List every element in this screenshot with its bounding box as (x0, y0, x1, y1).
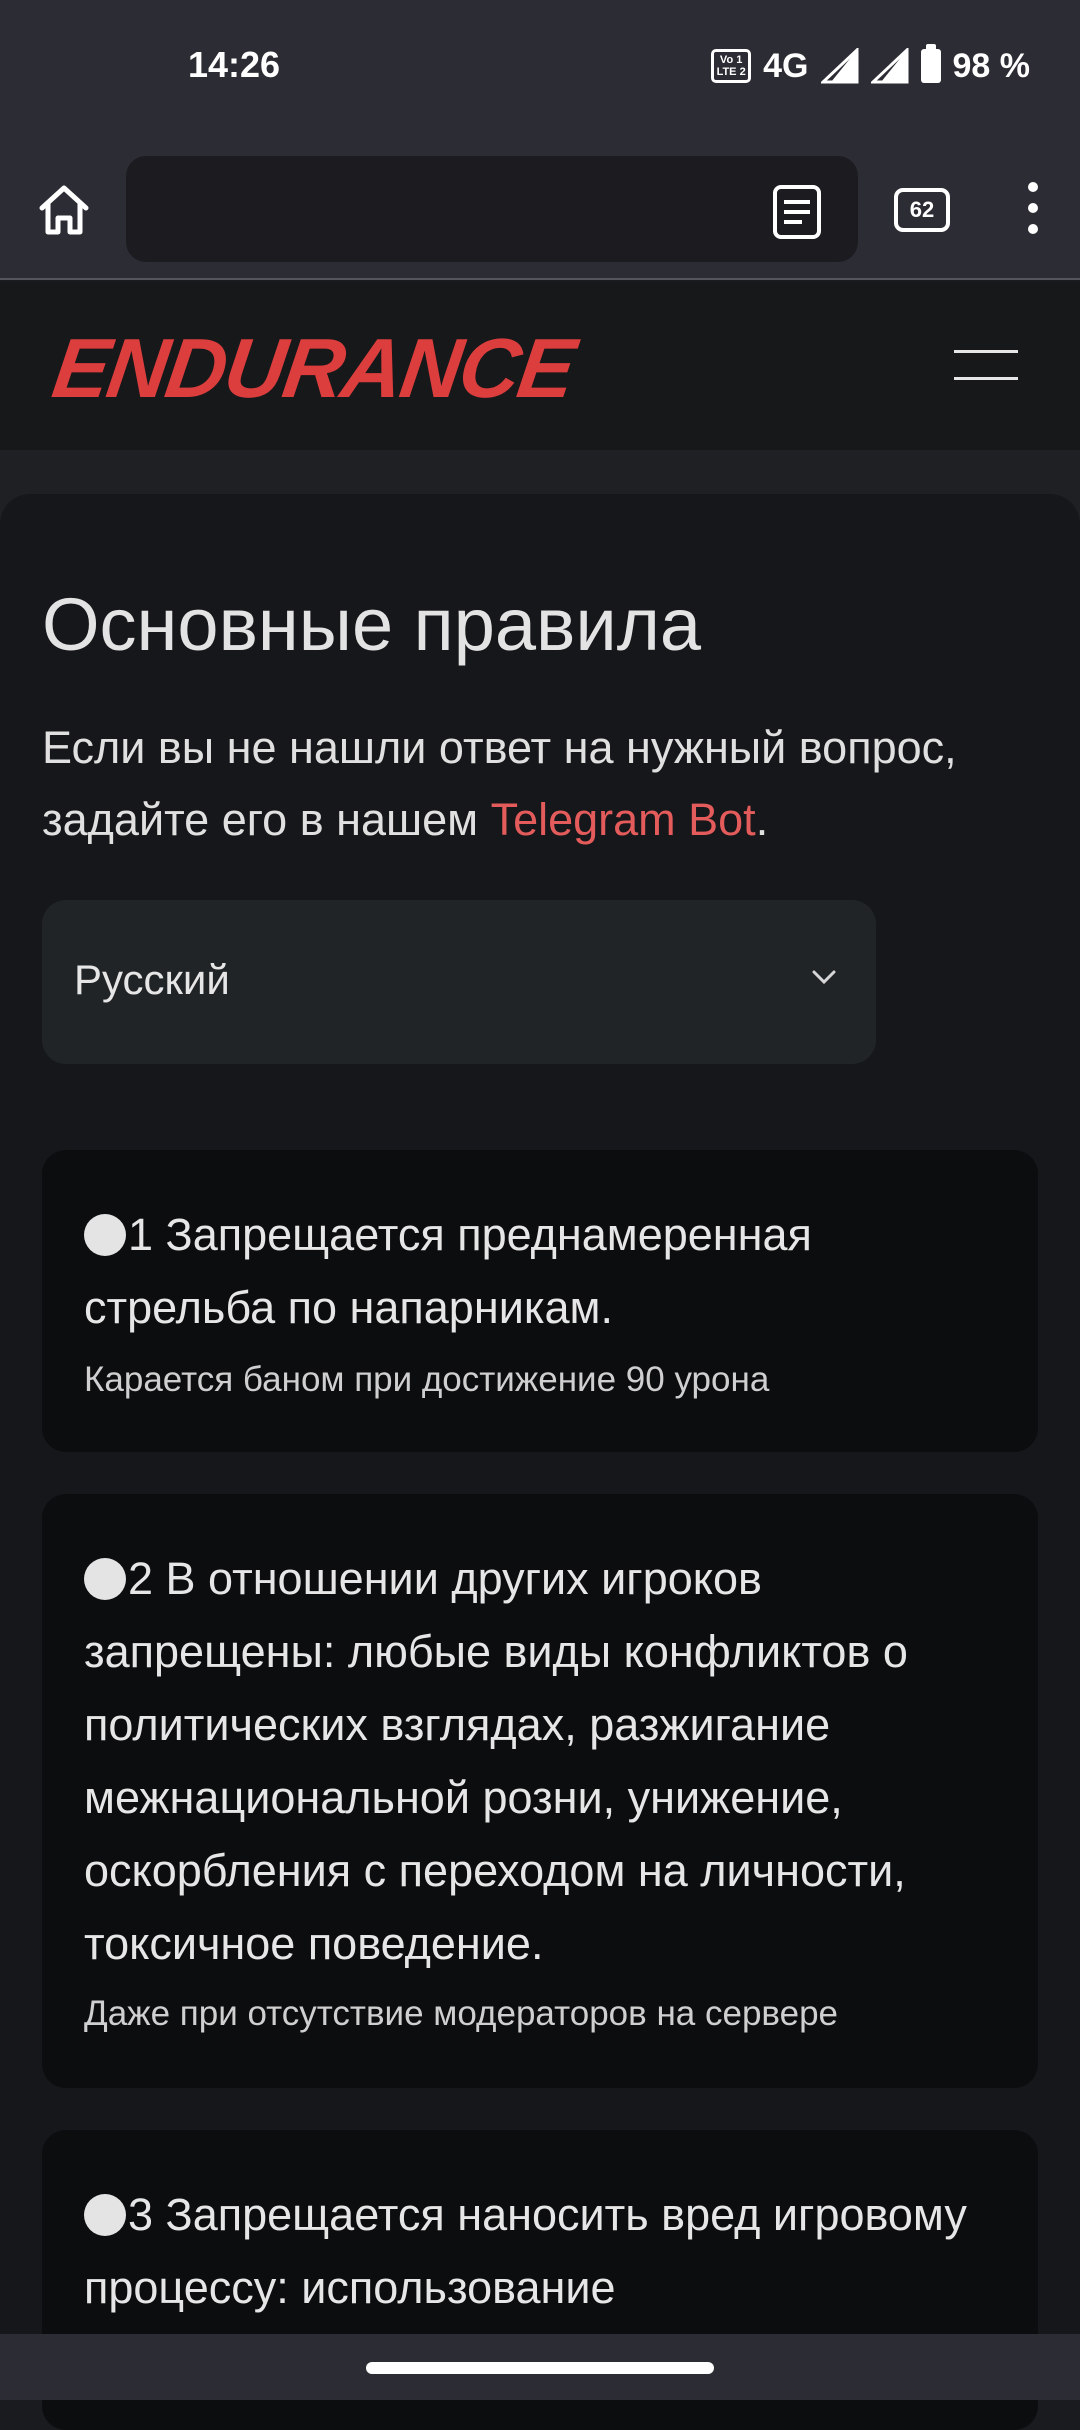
rule-title-text: 1 Запрещается преднамеренная стрельба по… (84, 1209, 812, 1333)
page-title: Основные правила (42, 583, 702, 666)
content-area: Основные правила Если вы не нашли ответ … (0, 450, 1080, 2430)
rule-note: Карается баном при достижение 90 урона (84, 1360, 770, 1399)
rule-title: 3 Запрещается наносить вред игровому про… (84, 2178, 1004, 2324)
volte-icon: Vo 1 LTE 2 (711, 49, 752, 83)
battery-icon (920, 44, 941, 83)
status-bar: 14:26 Vo 1 LTE 2 4G 98 % (0, 0, 1080, 140)
signal-icon (870, 48, 908, 84)
rule-title-text: 3 Запрещается наносить вред игровому про… (84, 2189, 967, 2313)
rules-section: Основные правила Если вы не нашли ответ … (0, 494, 1080, 2430)
more-vert-icon[interactable] (1018, 182, 1048, 242)
rule-card: 1 Запрещается преднамеренная стрельба по… (42, 1150, 1038, 1452)
chevron-down-icon (812, 970, 836, 985)
bullet-icon (84, 2194, 126, 2236)
telegram-bot-link[interactable]: Telegram Bot (491, 794, 756, 845)
hamburger-icon[interactable] (954, 350, 1018, 382)
language-select[interactable]: Русский (42, 900, 876, 1064)
site-logo[interactable]: ENDURANCE (47, 321, 579, 415)
bullet-icon (84, 1214, 126, 1256)
reader-mode-icon[interactable] (772, 184, 822, 240)
browser-toolbar: 62 (0, 140, 1080, 280)
signal-icon (820, 48, 858, 84)
bullet-icon (84, 1558, 126, 1600)
status-time: 14:26 (188, 44, 281, 85)
network-type: 4G (763, 46, 809, 85)
intro-text-end: . (755, 794, 769, 845)
gesture-handle[interactable] (366, 2362, 714, 2374)
tabs-icon[interactable]: 62 (894, 188, 950, 232)
language-select-value: Русский (74, 956, 230, 1003)
site-header: ENDURANCE (0, 282, 1080, 450)
rule-title: 1 Запрещается преднамеренная стрельба по… (84, 1198, 1004, 1344)
intro-text: Если вы не нашли ответ на нужный вопрос,… (42, 712, 1052, 856)
rule-title: 2 В отношении других игроков запрещены: … (84, 1542, 1004, 1980)
home-icon[interactable] (34, 180, 94, 240)
rule-title-text: 2 В отношении других игроков запрещены: … (84, 1553, 908, 1969)
status-icons: Vo 1 LTE 2 4G 98 % (711, 44, 1030, 88)
url-bar[interactable] (126, 156, 858, 262)
battery-level: 98 % (952, 46, 1031, 85)
rule-card: 2 В отношении других игроков запрещены: … (42, 1494, 1038, 2088)
system-nav-bar (0, 2334, 1080, 2400)
rule-note: Даже при отсутствие модераторов на серве… (84, 1994, 839, 2033)
